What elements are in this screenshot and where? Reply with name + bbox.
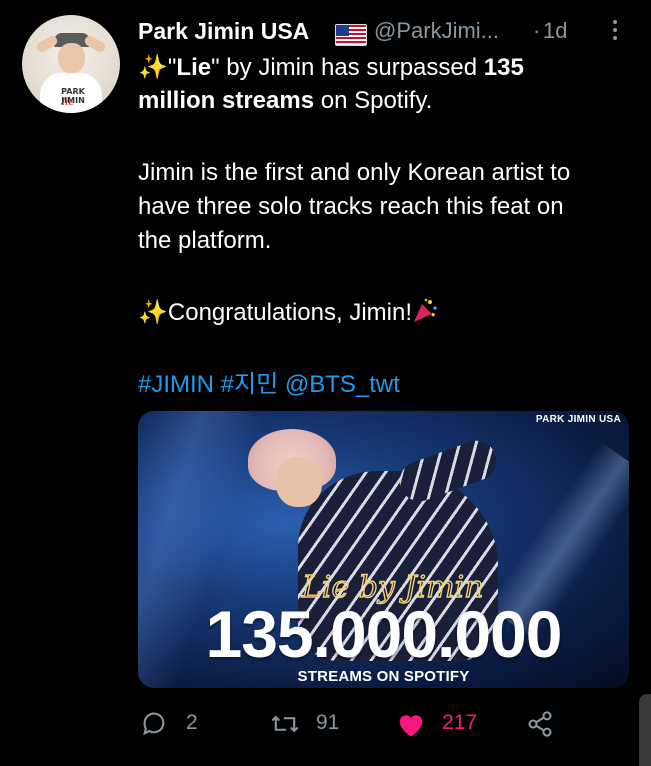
party-popper-icon [414, 298, 437, 322]
avatar-arm-left [34, 34, 60, 54]
tweet-image[interactable]: PARK JIMIN USA Lie by Jimin 135.000.000 … [138, 411, 629, 688]
reply-icon [143, 712, 165, 736]
author-name[interactable]: Park Jimin USA [138, 18, 309, 45]
tweet-line-2: million streams on Spotify. [138, 87, 433, 114]
tweet-line-1: ✨"Lie" by Jimin has surpassed 135 [138, 54, 524, 81]
timestamp[interactable]: 1d [543, 18, 567, 44]
sparkles-icon: ✨ [138, 299, 168, 326]
tweet-line-5: the platform. [138, 227, 272, 254]
like-count: 217 [442, 711, 478, 734]
image-figure-face [276, 457, 322, 507]
tweet-line-4: have three solo tracks reach this feat o… [138, 193, 564, 220]
retweet-count: 91 [316, 711, 340, 734]
sparkles-icon: ✨ [138, 54, 168, 81]
us-flag-icon [335, 24, 367, 46]
share-icon [528, 711, 552, 737]
image-watermark: PARK JIMIN USA [535, 414, 621, 425]
streams-subtitle: STREAMS ON SPOTIFY [297, 668, 470, 685]
reply-count: 2 [186, 711, 198, 734]
avatar[interactable]: PARK JIMIN lie [22, 15, 120, 113]
author-handle[interactable]: @ParkJimi... [374, 18, 499, 44]
scrollbar-thumb[interactable] [639, 694, 651, 766]
avatar-arm-right [82, 34, 108, 54]
mention-bts[interactable]: @BTS_twt [285, 371, 400, 398]
more-options-icon[interactable] [610, 20, 620, 42]
avatar-shirt-lie: lie [62, 97, 75, 108]
tweet[interactable]: PARK JIMIN lie Park Jimin USA @ParkJimi.… [0, 0, 651, 766]
hashtag-jimin-korean[interactable]: #지민 [221, 371, 279, 398]
retweet-icon [271, 715, 299, 733]
tweet-line-7: #JIMIN #지민 @BTS_twt [138, 369, 400, 400]
separator-dot: · [533, 18, 541, 43]
hashtag-jimin[interactable]: #JIMIN [138, 371, 214, 398]
avatar-face [58, 43, 85, 74]
tweet-line-3: Jimin is the first and only Korean artis… [138, 159, 571, 186]
heart-icon [399, 715, 423, 737]
tweet-actions: 2 91 217 [138, 706, 578, 742]
tweet-header: Park Jimin USA @ParkJimi... · 1d [138, 16, 628, 48]
stream-count-graphic: 135.000.000 [205, 597, 562, 671]
tweet-line-6: ✨Congratulations, Jimin! [138, 297, 438, 328]
